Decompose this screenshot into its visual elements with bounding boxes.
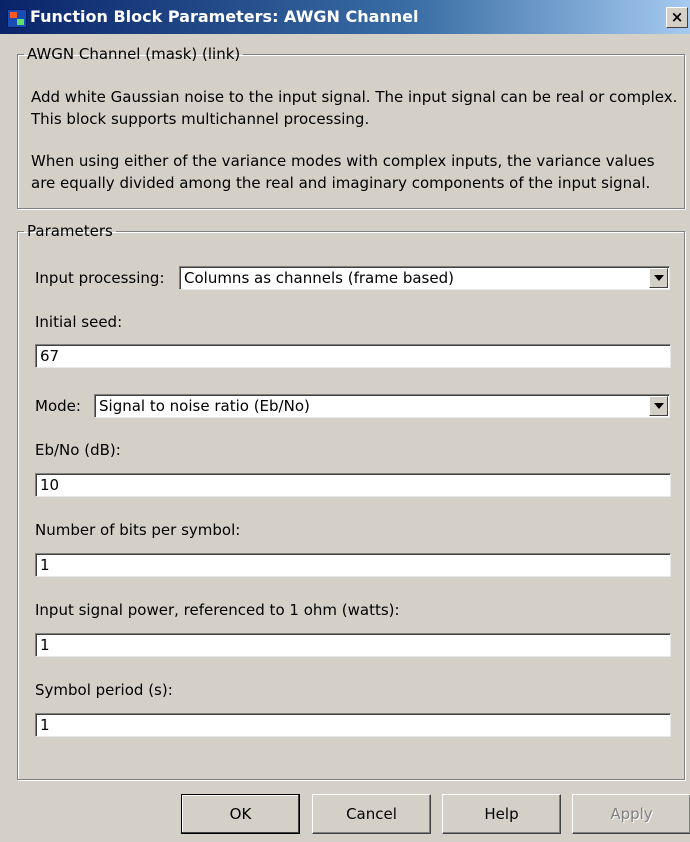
simulink-block-icon: [7, 9, 27, 28]
symbol-period-label: Symbol period (s):: [35, 681, 173, 699]
input-processing-label: Input processing:: [35, 269, 165, 287]
parameters-group-legend: Parameters: [27, 222, 113, 240]
mask-description-text: Add white Gaussian noise to the input si…: [31, 88, 678, 128]
ebno-input[interactable]: 10: [35, 473, 671, 497]
signal-power-label: Input signal power, referenced to 1 ohm …: [35, 601, 400, 619]
close-button[interactable]: ×: [666, 7, 688, 28]
mode-label: Mode:: [35, 397, 81, 415]
bits-per-symbol-label: Number of bits per symbol:: [35, 521, 241, 539]
signal-power-input[interactable]: 1: [35, 633, 671, 657]
ebno-label: Eb/No (dB):: [35, 441, 121, 459]
initial-seed-input[interactable]: 67: [35, 344, 671, 368]
mask-group-legend: AWGN Channel (mask) (link): [27, 45, 241, 63]
input-processing-dropdown[interactable]: Columns as channels (frame based): [179, 266, 670, 290]
mode-dropdown[interactable]: Signal to noise ratio (Eb/No): [94, 394, 670, 418]
mode-value: Signal to noise ratio (Eb/No): [99, 397, 310, 415]
apply-button[interactable]: Apply: [572, 794, 690, 834]
mask-variance-note: When using either of the variance modes …: [31, 152, 655, 192]
help-button[interactable]: Help: [442, 794, 561, 834]
ok-button[interactable]: OK: [181, 794, 300, 834]
chevron-down-icon[interactable]: [649, 396, 668, 416]
window-title: Function Block Parameters: AWGN Channel: [30, 7, 419, 26]
bits-per-symbol-input[interactable]: 1: [35, 553, 671, 577]
symbol-period-input[interactable]: 1: [35, 713, 671, 737]
input-processing-value: Columns as channels (frame based): [184, 269, 454, 287]
title-bar[interactable]: Function Block Parameters: AWGN Channel …: [0, 0, 690, 34]
initial-seed-label: Initial seed:: [35, 313, 123, 331]
cancel-button[interactable]: Cancel: [312, 794, 431, 834]
chevron-down-icon[interactable]: [649, 268, 668, 288]
